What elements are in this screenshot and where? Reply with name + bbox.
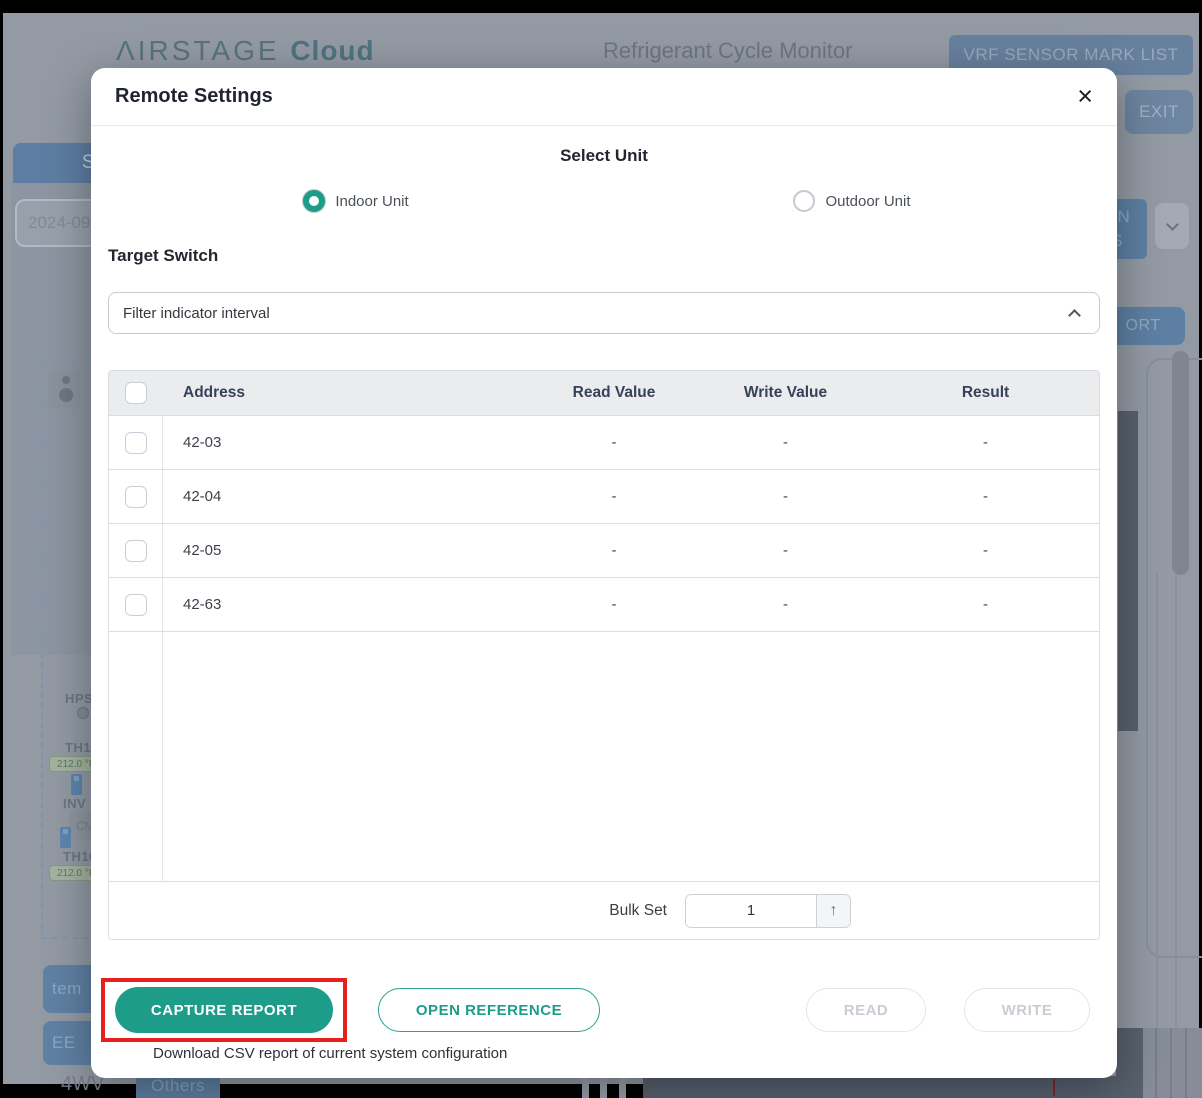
select-unit-heading: Select Unit: [108, 146, 1100, 166]
divider: [600, 1076, 607, 1098]
app-screen: ΛIRSTAGE Cloud Refrigerant Cycle Monitor…: [3, 13, 1199, 1084]
sensor-label-inv: INV: [63, 796, 86, 811]
column-header-write-value: Write Value: [699, 384, 872, 402]
capture-report-caption: Download CSV report of current system co…: [153, 1045, 1100, 1062]
write-value-cell: -: [699, 434, 872, 451]
unit-radio-group: Indoor Unit Outdoor Unit: [108, 190, 1100, 212]
row-checkbox[interactable]: [125, 486, 147, 508]
outdoor-unit-label: Outdoor Unit: [825, 193, 910, 210]
result-cell: -: [872, 542, 1099, 559]
th10-sensor-icon: [60, 827, 71, 848]
address-cell: 42-63: [163, 596, 529, 613]
select-all-checkbox[interactable]: [125, 382, 147, 404]
address-cell: 42-03: [163, 434, 529, 451]
bottom-chart-bar: [643, 1076, 1143, 1098]
indoor-unit-label: Indoor Unit: [335, 193, 408, 210]
remote-settings-dialog: Remote Settings × Select Unit Indoor Uni…: [91, 68, 1117, 1078]
bulk-set-label: Bulk Set: [609, 902, 667, 920]
result-cell: -: [872, 596, 1099, 613]
target-switch-heading: Target Switch: [108, 246, 1100, 266]
dialog-actions: CAPTURE REPORT OPEN REFERENCE READ WRITE: [108, 978, 1100, 1042]
table-header-row: Address Read Value Write Value Result: [109, 371, 1099, 415]
page-title: Refrigerant Cycle Monitor: [603, 38, 852, 64]
open-reference-button[interactable]: OPEN REFERENCE: [378, 988, 600, 1032]
hps-indicator-icon: [77, 707, 89, 719]
table-row: 42-04 - - -: [109, 469, 1099, 523]
sensor-label-hps: HPS: [65, 691, 93, 706]
chevron-up-icon: [1068, 309, 1081, 322]
divider: [582, 1076, 589, 1098]
outdoor-unit-radio[interactable]: Outdoor Unit: [793, 190, 910, 212]
dialog-header: Remote Settings ×: [91, 68, 1117, 126]
target-switch-table: Address Read Value Write Value Result 42…: [108, 370, 1100, 940]
address-cell: 42-04: [163, 488, 529, 505]
indoor-unit-radio[interactable]: Indoor Unit: [303, 190, 408, 212]
row-checkbox[interactable]: [125, 432, 147, 454]
filter-indicator-interval-dropdown[interactable]: Filter indicator interval: [108, 292, 1100, 334]
write-value-cell: -: [699, 596, 872, 613]
bulk-set-stepper: ↑: [685, 894, 851, 928]
write-button[interactable]: WRITE: [964, 988, 1090, 1032]
capture-report-button[interactable]: CAPTURE REPORT: [115, 987, 333, 1033]
read-value-cell: -: [529, 488, 699, 505]
column-header-result: Result: [872, 384, 1099, 402]
column-divider: [1156, 573, 1158, 1073]
table-row: 42-03 - - -: [109, 415, 1099, 469]
chevron-down-icon: [1166, 218, 1179, 231]
annotation-highlight-box: CAPTURE REPORT: [101, 978, 347, 1042]
table-footer: Bulk Set ↑: [109, 881, 1099, 939]
dialog-title: Remote Settings: [115, 85, 273, 108]
logo-airstage: ΛIRSTAGE: [116, 35, 280, 66]
table-empty-area: [109, 631, 1099, 881]
exit-button[interactable]: EXIT: [1125, 90, 1193, 134]
unit-icon: [50, 371, 81, 409]
result-cell: -: [872, 488, 1099, 505]
background-dropdown-button[interactable]: [1155, 203, 1189, 249]
read-button[interactable]: READ: [806, 988, 926, 1032]
th1-sensor-icon: [71, 774, 82, 795]
sensor-label-th1: TH1: [65, 740, 91, 755]
row-checkbox[interactable]: [125, 540, 147, 562]
divider: [619, 1076, 626, 1098]
chart-bar: [1118, 411, 1138, 731]
increment-arrow-icon[interactable]: ↑: [816, 895, 850, 927]
table-row: 42-05 - - -: [109, 523, 1099, 577]
close-icon[interactable]: ×: [1077, 83, 1093, 110]
logo-cloud: Cloud: [290, 35, 374, 66]
address-cell: 42-05: [163, 542, 529, 559]
dropdown-label: Filter indicator interval: [123, 305, 270, 322]
write-value-cell: -: [699, 488, 872, 505]
radio-selected-icon[interactable]: [303, 190, 325, 212]
row-checkbox[interactable]: [125, 594, 147, 616]
column-header-address: Address: [163, 384, 529, 402]
write-value-cell: -: [699, 542, 872, 559]
radio-unselected-icon[interactable]: [793, 190, 815, 212]
table-row: 42-63 - - -: [109, 577, 1099, 631]
column-header-read-value: Read Value: [529, 384, 699, 402]
read-value-cell: -: [529, 434, 699, 451]
airstage-cloud-logo: ΛIRSTAGE Cloud: [116, 35, 375, 67]
read-value-cell: -: [529, 542, 699, 559]
result-cell: -: [872, 434, 1099, 451]
column-divider: [1175, 575, 1177, 1073]
vertical-scrollbar[interactable]: [1172, 351, 1189, 575]
read-value-cell: -: [529, 596, 699, 613]
bulk-set-input[interactable]: [686, 895, 816, 927]
